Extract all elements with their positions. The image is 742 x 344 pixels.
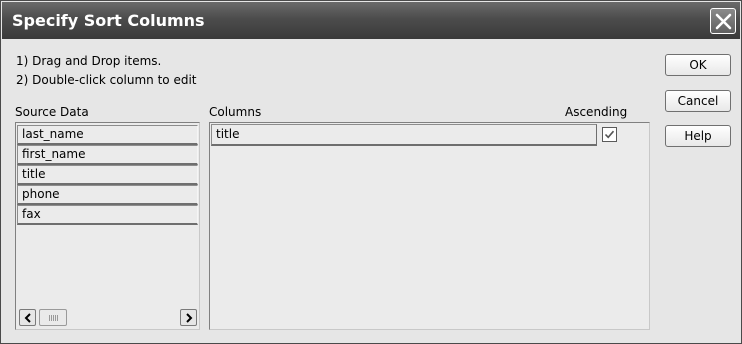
list-item[interactable]: phone — [17, 185, 198, 205]
grip-icon — [49, 315, 58, 321]
source-data-list[interactable]: last_name first_name title phone fax — [15, 122, 200, 330]
sort-columns-list[interactable]: title — [209, 122, 650, 330]
instruction-drag-drop: 1) Drag and Drop items. — [16, 54, 162, 68]
close-icon — [715, 13, 732, 30]
close-button[interactable] — [710, 8, 736, 34]
help-button[interactable]: Help — [665, 125, 731, 147]
list-item[interactable]: last_name — [17, 125, 198, 145]
column-row[interactable]: title — [211, 124, 597, 146]
sort-columns-dialog: Specify Sort Columns 1) Drag and Drop it… — [0, 0, 742, 344]
dialog-title: Specify Sort Columns — [12, 11, 205, 30]
ok-button[interactable]: OK — [665, 54, 731, 76]
scroll-right-button[interactable] — [180, 309, 197, 326]
scrollbar-thumb[interactable] — [39, 309, 67, 326]
columns-label: Columns — [209, 105, 262, 119]
list-item[interactable]: fax — [17, 205, 198, 225]
ascending-label: Ascending — [565, 105, 628, 119]
list-item[interactable]: first_name — [17, 145, 198, 165]
arrow-left-icon — [24, 313, 31, 323]
cancel-button[interactable]: Cancel — [665, 90, 731, 112]
horizontal-scrollbar[interactable] — [19, 309, 197, 326]
title-bar[interactable]: Specify Sort Columns — [2, 2, 740, 39]
instruction-double-click: 2) Double-click column to edit — [16, 73, 197, 87]
checkmark-icon — [604, 130, 615, 139]
source-data-label: Source Data — [15, 105, 89, 119]
ascending-checkbox[interactable] — [602, 127, 617, 142]
scroll-left-button[interactable] — [19, 309, 36, 326]
arrow-right-icon — [186, 313, 193, 323]
list-item[interactable]: title — [17, 165, 198, 185]
